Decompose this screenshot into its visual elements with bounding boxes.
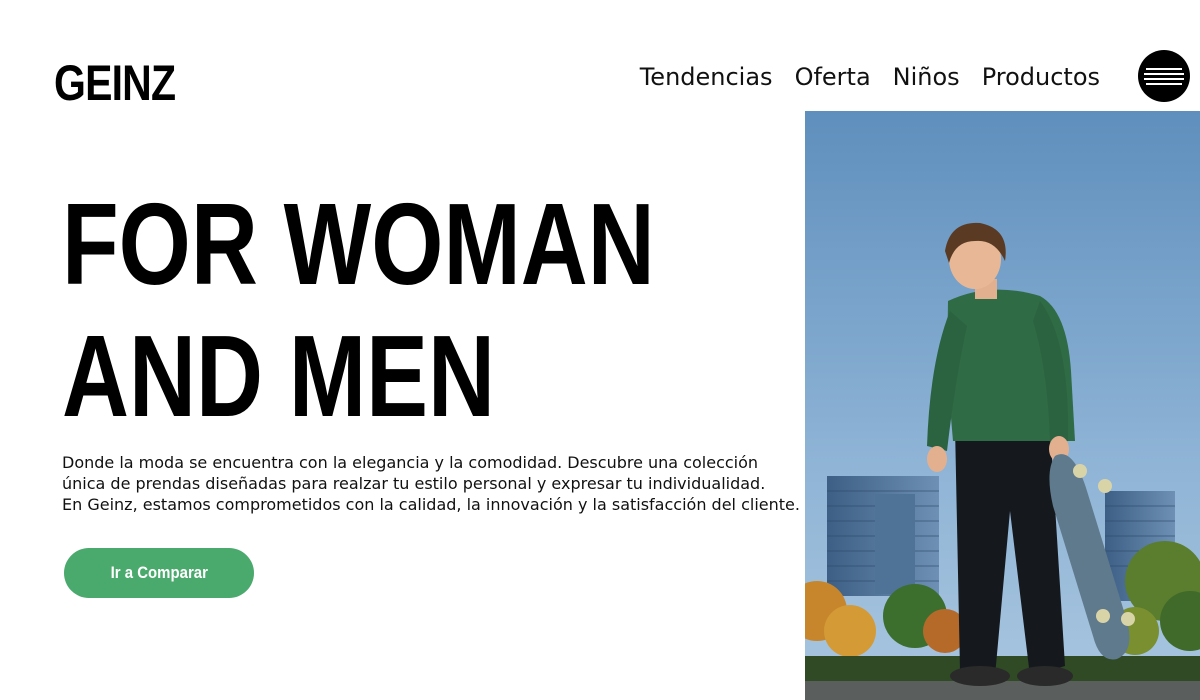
nav-item-oferta[interactable]: Oferta [795, 62, 871, 92]
compare-button[interactable]: Ir a Comparar [64, 548, 254, 598]
compare-button-label: Ir a Comparar [110, 563, 208, 582]
hero-description-line-1: Donde la moda se encuentra con la elegan… [62, 453, 759, 472]
nav-item-productos[interactable]: Productos [982, 62, 1100, 92]
hero-description-line-2: única de prendas diseñadas para realzar … [62, 474, 766, 493]
hero-headline: FOR WOMAN AND MEN [62, 178, 655, 442]
hero-headline-line-2: AND MEN [62, 311, 496, 441]
hero-description-line-3: En Geinz, estamos comprometidos con la c… [62, 495, 800, 514]
hero-description: Donde la moda se encuentra con la elegan… [62, 452, 800, 515]
brand-logo[interactable]: GEINZ [54, 58, 176, 108]
hamburger-icon [1144, 68, 1184, 85]
hero-headline-line-1: FOR WOMAN [62, 179, 655, 309]
hero-image [805, 111, 1200, 700]
nav-item-ninos[interactable]: Niños [893, 62, 960, 92]
skateboarder-photo [805, 111, 1200, 700]
menu-button[interactable] [1138, 50, 1190, 102]
nav-item-tendencias[interactable]: Tendencias [640, 62, 773, 92]
main-nav: Tendencias Oferta Niños Productos [640, 62, 1100, 92]
